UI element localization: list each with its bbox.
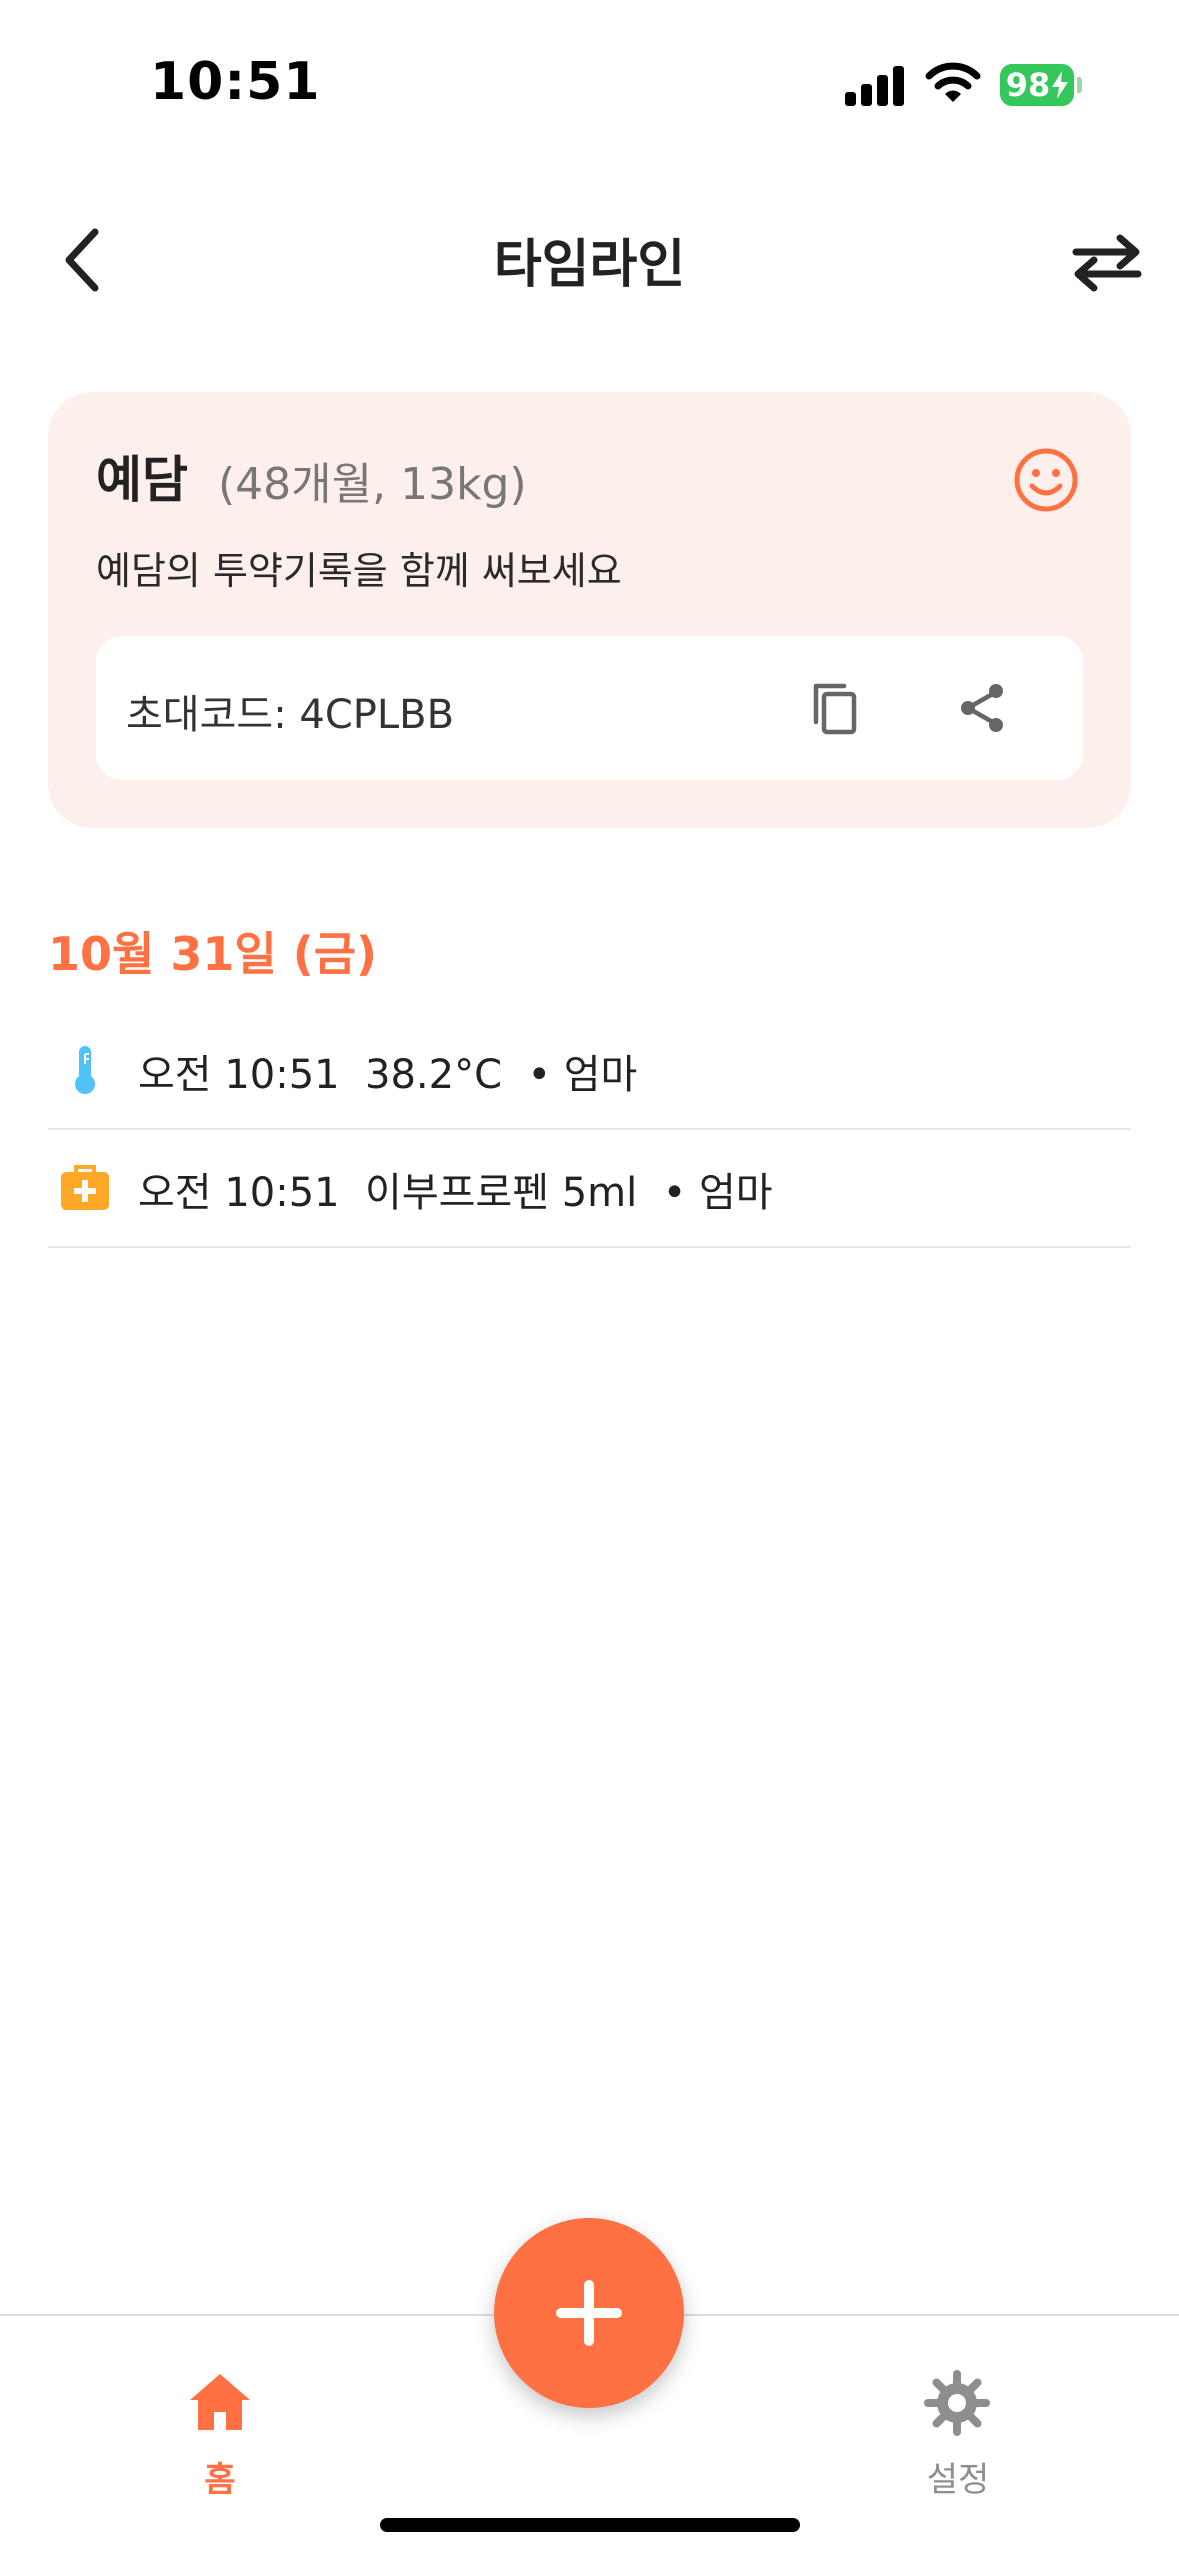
page-title: 타임라인 — [493, 235, 686, 295]
plus-icon-vertical — [584, 2280, 594, 2346]
medicine-kit-icon — [61, 1165, 109, 1210]
entry-text: 오전 10:51 이부프로펜 5ml • 엄마 — [138, 1170, 773, 1216]
home-icon[interactable] — [188, 2372, 252, 2432]
tab-settings-label[interactable]: 설정 — [898, 2452, 1018, 2501]
child-age-weight: (48개월, 13kg) — [218, 459, 527, 510]
thermometer-icon — [75, 1046, 95, 1094]
tab-home-label[interactable]: 홈 — [160, 2452, 280, 2501]
smiley-face-icon[interactable] — [1012, 446, 1080, 514]
cellular-signal-icon — [845, 64, 905, 106]
share-icon[interactable] — [954, 678, 1012, 738]
charging-bolt-icon — [1052, 71, 1069, 99]
entry-text: 오전 10:51 38.2°C • 엄마 — [138, 1052, 638, 1098]
timeline-date-header: 10월 31일 (금) — [48, 927, 378, 981]
battery-level: 98 — [1005, 66, 1051, 104]
timeline-entry-medication[interactable]: 오전 10:51 이부프로펜 5ml • 엄마 — [48, 1128, 1131, 1248]
battery-nub — [1077, 77, 1082, 93]
copy-icon[interactable] — [806, 678, 866, 738]
swap-arrows-icon[interactable] — [1070, 232, 1144, 292]
child-name: 예담 — [96, 451, 188, 509]
invite-code-label: 초대코드: 4CPLBB — [126, 692, 455, 738]
battery-indicator: 98 — [1000, 64, 1074, 106]
wifi-icon — [925, 62, 981, 102]
profile-description: 예담의 투약기록을 함께 써보세요 — [96, 549, 622, 593]
add-record-button[interactable] — [494, 2218, 684, 2408]
status-time: 10:51 — [150, 52, 321, 112]
gear-icon[interactable] — [924, 2370, 990, 2436]
timeline-entry-temperature[interactable]: 오전 10:51 38.2°C • 엄마 — [48, 1010, 1131, 1130]
home-indicator — [380, 2518, 800, 2532]
